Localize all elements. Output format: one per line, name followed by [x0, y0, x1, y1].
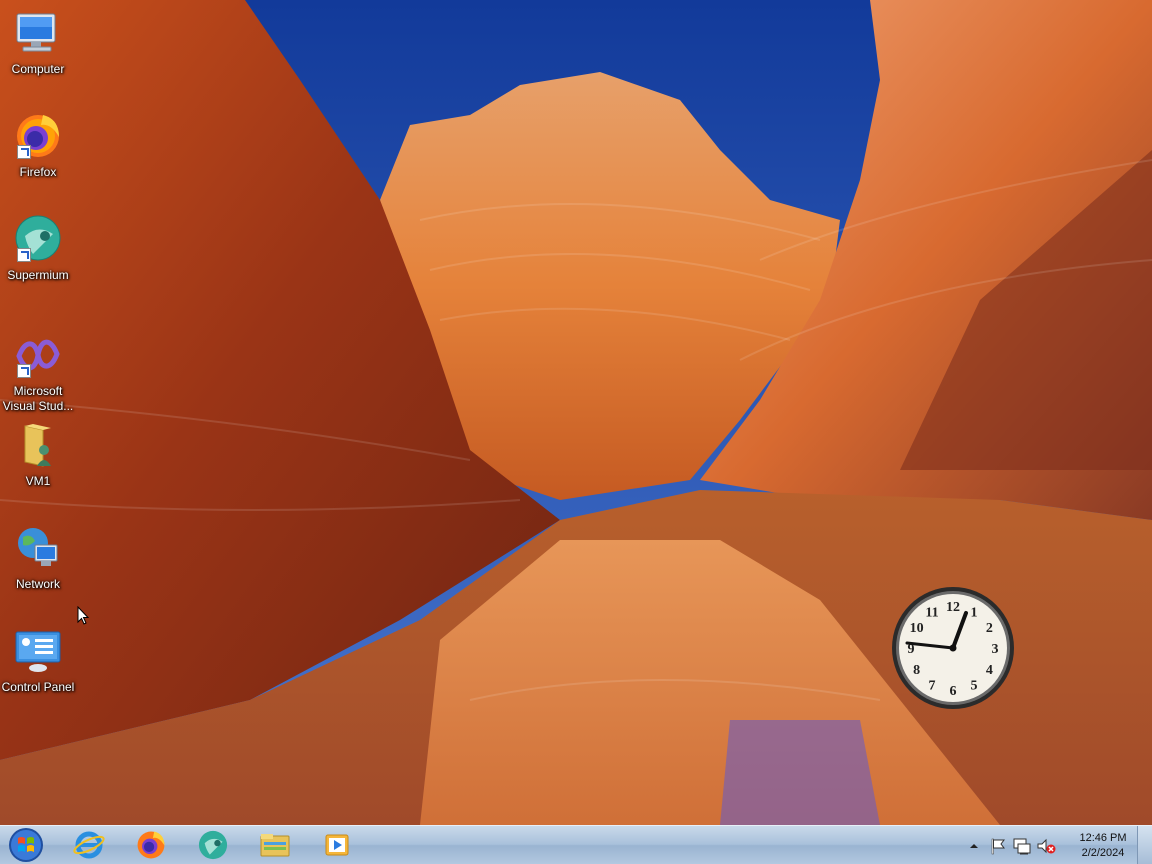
desktop-icon-visual-studio[interactable]: Microsoft Visual Stud... [0, 322, 76, 418]
clock-numeral: 1 [971, 606, 978, 621]
clock-numeral: 2 [986, 621, 993, 636]
media-player-icon [325, 834, 349, 856]
clock-numeral: 8 [913, 663, 920, 678]
desktop-icon-label: Microsoft Visual Stud... [2, 384, 74, 413]
clock-numeral: 4 [986, 663, 993, 678]
firefox-icon [13, 111, 63, 161]
shortcut-arrow-icon [17, 145, 31, 159]
windows-start-orb-icon [9, 828, 43, 862]
firefox-icon [137, 831, 165, 859]
clock-gadget[interactable]: 12 1 2 3 4 5 6 7 8 9 10 11 [890, 585, 1016, 711]
desktop-icon-area: Computer Firefox Supermium Microsoft Vis… [0, 0, 78, 700]
clock-numeral: 3 [992, 642, 999, 657]
taskbar-time: 12:46 PM [1079, 831, 1127, 844]
taskbar-firefox[interactable] [124, 828, 178, 862]
mouse-cursor-icon [77, 605, 91, 626]
start-button[interactable] [5, 826, 47, 864]
computer-icon [13, 8, 63, 58]
clock-numeral: 10 [910, 621, 924, 636]
desktop-icon-label: Computer [11, 62, 65, 76]
desktop-icon-computer[interactable]: Computer [0, 0, 76, 96]
internet-explorer-icon [73, 831, 105, 859]
desktop-icon-supermium[interactable]: Supermium [0, 206, 76, 302]
show-hidden-icons-arrow-icon[interactable] [964, 836, 984, 856]
desktop-icon-control-panel[interactable]: Control Panel [0, 618, 76, 714]
taskbar: 12:46 PM 2/2/2024 [0, 825, 1152, 864]
taskbar-internet-explorer[interactable] [62, 828, 116, 862]
taskbar-file-explorer[interactable] [248, 828, 302, 862]
desktop-icon-firefox[interactable]: Firefox [0, 103, 76, 199]
control-panel-icon [13, 626, 63, 676]
volume-muted-icon[interactable] [1036, 836, 1056, 856]
clock-numeral: 5 [971, 678, 978, 693]
clock-numeral: 7 [929, 678, 936, 693]
taskbar-date: 2/2/2024 [1081, 846, 1125, 859]
taskbar-media-player[interactable] [310, 828, 364, 862]
desktop-icon-network[interactable]: Network [0, 515, 76, 611]
action-center-flag-icon[interactable] [988, 836, 1008, 856]
desktop-icon-label: VM1 [25, 474, 51, 488]
desktop-icon-label: Network [15, 577, 60, 591]
clock-numeral: 11 [925, 606, 938, 621]
network-status-icon[interactable] [1012, 836, 1032, 856]
file-explorer-icon [260, 834, 290, 857]
user-folder-icon [13, 420, 63, 470]
system-tray: 12:46 PM 2/2/2024 [962, 826, 1134, 864]
desktop-icon-label: Control Panel [1, 680, 75, 694]
shortcut-arrow-icon [17, 364, 31, 378]
desktop-icon-label: Supermium [7, 268, 69, 282]
supermium-icon [13, 214, 63, 264]
show-desktop-button[interactable] [1137, 826, 1152, 864]
clock-numeral: 6 [950, 684, 957, 699]
desktop-icon-vm1[interactable]: VM1 [0, 412, 76, 508]
shortcut-arrow-icon [17, 248, 31, 262]
taskbar-supermium[interactable] [186, 828, 240, 862]
visual-studio-icon [13, 330, 63, 380]
supermium-icon [198, 830, 228, 860]
clock-numeral: 12 [946, 600, 960, 615]
desktop-icon-label: Firefox [19, 165, 57, 179]
network-icon [13, 523, 63, 573]
taskbar-clock[interactable]: 12:46 PM 2/2/2024 [1072, 831, 1134, 861]
